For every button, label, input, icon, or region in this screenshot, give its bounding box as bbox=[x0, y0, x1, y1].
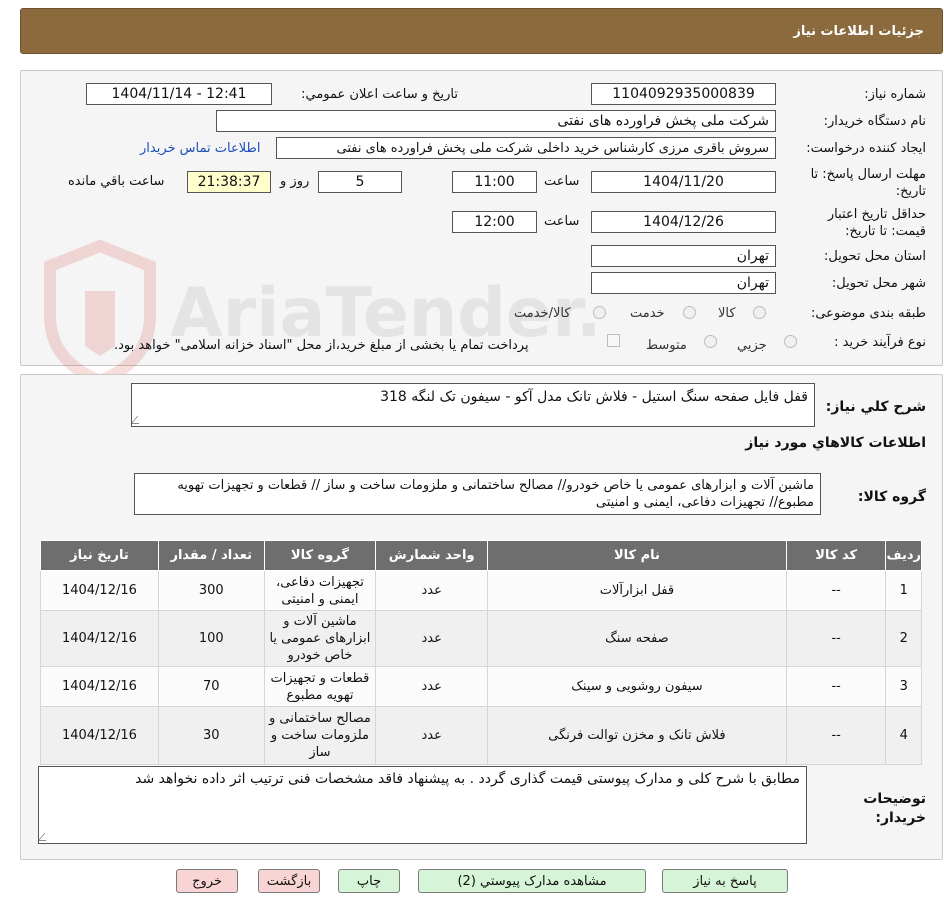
announce-field: 1404/11/14 - 12:41 bbox=[86, 83, 272, 105]
remaining-time-field: 21:38:37 bbox=[187, 171, 271, 193]
cell-index: 4 bbox=[885, 706, 922, 765]
category-both-label: کالا/خدمت bbox=[514, 306, 571, 321]
cell-name: صفحه سنگ bbox=[487, 610, 787, 667]
cell-unit: عدد bbox=[375, 570, 489, 611]
process-medium-label: متوسط bbox=[646, 338, 687, 353]
resize-grip-icon bbox=[132, 416, 146, 424]
group-textarea[interactable]: ماشین آلات و ابزارهای عمومی یا خاص خودرو… bbox=[134, 473, 821, 515]
cell-qty: 100 bbox=[157, 610, 265, 667]
cell-date: 1404/12/16 bbox=[40, 706, 159, 765]
notes-text: مطابق با شرح کلی و مدارک پیوستی قیمت گذا… bbox=[135, 771, 800, 787]
resize-grip-icon bbox=[39, 833, 53, 841]
cell-unit: عدد bbox=[375, 706, 489, 765]
process-minor-radio[interactable] bbox=[784, 335, 797, 348]
group-text: ماشین آلات و ابزارهای عمومی یا خاص خودرو… bbox=[177, 478, 814, 510]
need-number-label: شماره نياز: bbox=[864, 87, 926, 102]
summary-textarea[interactable]: قفل فایل صفحه سنگ استیل - فلاش تانک مدل … bbox=[131, 383, 815, 427]
cell-name: فلاش تانک و مخزن توالت فرنگی bbox=[487, 706, 787, 765]
province-label: استان محل تحويل: bbox=[824, 249, 926, 264]
cell-name: سیفون روشویی و سینک bbox=[487, 666, 787, 707]
validity-label: حداقل تاريخ اعتبار قيمت: تا تاريخ: bbox=[827, 207, 926, 239]
cell-name: قفل ابزارآلات bbox=[487, 570, 787, 611]
contact-buyer-link[interactable]: اطلاعات تماس خريدار bbox=[140, 141, 260, 156]
category-service-radio[interactable] bbox=[683, 306, 696, 319]
deadline-date-field: 1404/11/20 bbox=[591, 171, 776, 193]
announce-label: تاريخ و ساعت اعلان عمومي: bbox=[301, 87, 458, 102]
category-goods-radio[interactable] bbox=[753, 306, 766, 319]
items-table-header: رديف کد کالا نام کالا واحد شمارش گروه کا… bbox=[40, 540, 922, 571]
cell-index: 1 bbox=[885, 570, 922, 611]
group-label: گروه کالا: bbox=[857, 489, 926, 505]
validity-time-field: 12:00 bbox=[452, 211, 537, 233]
days-field: 5 bbox=[318, 171, 402, 193]
city-field: تهران bbox=[591, 272, 776, 294]
cell-group: قطعات و تجهیزات تهویه مطبوع bbox=[263, 666, 377, 707]
cell-date: 1404/12/16 bbox=[40, 610, 159, 667]
cell-unit: عدد bbox=[375, 666, 489, 707]
cell-code: -- bbox=[785, 570, 887, 611]
notes-label: توضيحات خريدار: bbox=[863, 791, 926, 826]
need-number-field: 1104092935000839 bbox=[591, 83, 776, 105]
buyer-org-field: شرکت ملی پخش فراورده های نفتی bbox=[216, 110, 776, 132]
page-title: جزئيات اطلاعات نياز bbox=[793, 23, 924, 39]
col-date: تاريخ نياز bbox=[40, 540, 159, 571]
process-label: نوع فرآيند خريد : bbox=[834, 335, 926, 350]
back-button[interactable]: بازگشت bbox=[258, 869, 320, 893]
province-field: تهران bbox=[591, 245, 776, 267]
cell-code: -- bbox=[785, 610, 887, 667]
cell-group: ماشین آلات و ابزارهای عمومی یا خاص خودرو bbox=[263, 610, 377, 667]
items-table: رديف کد کالا نام کالا واحد شمارش گروه کا… bbox=[40, 540, 922, 765]
col-unit: واحد شمارش bbox=[375, 540, 489, 571]
category-label: طبقه بندی موضوعی: bbox=[810, 306, 926, 321]
cell-qty: 300 bbox=[157, 570, 265, 611]
col-code: کد کالا bbox=[785, 540, 887, 571]
table-row: 4 -- فلاش تانک و مخزن توالت فرنگی عدد مص… bbox=[40, 706, 922, 765]
deadline-label: مهلت ارسال پاسخ: تا تاريخ: bbox=[810, 167, 926, 199]
cell-qty: 30 bbox=[157, 706, 265, 765]
items-heading: اطلاعات کالاهاي مورد نياز bbox=[745, 435, 926, 451]
cell-code: -- bbox=[785, 706, 887, 765]
notes-textarea[interactable]: مطابق با شرح کلی و مدارک پیوستی قیمت گذا… bbox=[38, 766, 807, 844]
col-qty: تعداد / مقدار bbox=[157, 540, 265, 571]
exit-button[interactable]: خروج bbox=[176, 869, 238, 893]
treasury-note: پرداخت تمام يا بخشی از مبلغ خريد،از محل … bbox=[114, 338, 529, 353]
days-label: روز و bbox=[280, 174, 310, 189]
validity-time-label: ساعت bbox=[544, 214, 580, 229]
cell-index: 3 bbox=[885, 666, 922, 707]
category-goods-label: کالا bbox=[718, 306, 736, 321]
deadline-time-label: ساعت bbox=[544, 174, 580, 189]
print-button[interactable]: چاپ bbox=[338, 869, 400, 893]
cell-unit: عدد bbox=[375, 610, 489, 667]
treasury-checkbox[interactable] bbox=[607, 334, 620, 347]
attachments-button[interactable]: مشاهده مدارک پيوستي (2) bbox=[418, 869, 646, 893]
validity-date-field: 1404/12/26 bbox=[591, 211, 776, 233]
reply-button[interactable]: پاسخ به نياز bbox=[662, 869, 788, 893]
summary-label: شرح کلي نياز: bbox=[825, 399, 926, 415]
table-row: 2 -- صفحه سنگ عدد ماشین آلات و ابزارهای … bbox=[40, 610, 922, 667]
col-group: گروه کالا bbox=[263, 540, 377, 571]
process-medium-radio[interactable] bbox=[704, 335, 717, 348]
category-service-label: خدمت bbox=[630, 306, 665, 321]
cell-qty: 70 bbox=[157, 666, 265, 707]
cell-date: 1404/12/16 bbox=[40, 666, 159, 707]
process-minor-label: جزيي bbox=[737, 338, 767, 353]
creator-label: ايجاد کننده درخواست: bbox=[806, 141, 926, 156]
city-label: شهر محل تحويل: bbox=[831, 276, 926, 291]
cell-group: مصالح ساختمانی و ملزومات ساخت و ساز bbox=[263, 706, 377, 765]
cell-index: 2 bbox=[885, 610, 922, 667]
buyer-org-label: نام دستگاه خريدار: bbox=[823, 114, 926, 129]
creator-field: سروش باقری مرزی کارشناس خرید داخلی شرکت … bbox=[276, 137, 776, 159]
table-row: 1 -- قفل ابزارآلات عدد تجهیزات دفاعی، ای… bbox=[40, 570, 922, 611]
category-both-radio[interactable] bbox=[593, 306, 606, 319]
summary-text: قفل فایل صفحه سنگ استیل - فلاش تانک مدل … bbox=[380, 389, 808, 405]
page-title-bar: جزئيات اطلاعات نياز bbox=[20, 8, 943, 54]
col-name: نام کالا bbox=[487, 540, 787, 571]
cell-code: -- bbox=[785, 666, 887, 707]
col-index: رديف bbox=[885, 540, 922, 571]
remaining-label: ساعت باقي مانده bbox=[68, 174, 165, 189]
cell-date: 1404/12/16 bbox=[40, 570, 159, 611]
deadline-time-field: 11:00 bbox=[452, 171, 537, 193]
cell-group: تجهیزات دفاعی، ایمنی و امنیتی bbox=[263, 570, 377, 611]
table-row: 3 -- سیفون روشویی و سینک عدد قطعات و تجه… bbox=[40, 666, 922, 707]
